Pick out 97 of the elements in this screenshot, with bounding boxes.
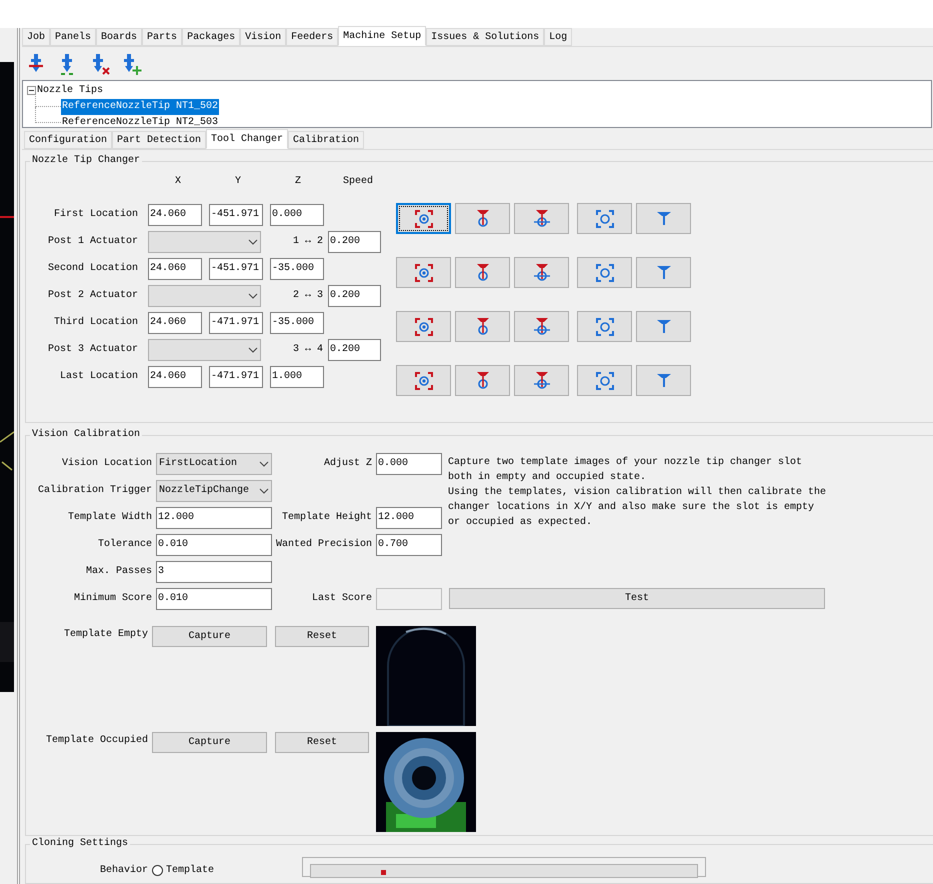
tree-node[interactable]: Nozzle Tips xyxy=(37,82,104,99)
x-field[interactable]: 24.060 xyxy=(148,204,202,226)
field-label: Minimum Score xyxy=(72,592,153,606)
field-label: Template Occupied xyxy=(44,734,149,748)
speed-field[interactable]: 0.200 xyxy=(328,230,381,252)
column-header: Z xyxy=(294,175,302,189)
field-label: Wanted Precision xyxy=(276,538,372,552)
field-label: Post 1 Actuator xyxy=(46,235,139,249)
column-header: Y xyxy=(234,175,242,189)
speed-field[interactable]: 0.200 xyxy=(328,338,381,360)
transition-label: 2 ↔ 3 xyxy=(292,289,324,303)
target-bracket-icon xyxy=(414,262,434,282)
radio-label: Template xyxy=(166,864,214,878)
field-label: Post 2 Actuator xyxy=(46,289,139,303)
chevron-down-icon xyxy=(248,238,258,244)
tab[interactable]: Boards xyxy=(96,28,142,46)
tab[interactable]: Machine Setup xyxy=(338,26,426,46)
tab[interactable]: Issues & Solutions xyxy=(426,28,544,46)
chevron-down-icon xyxy=(248,346,258,352)
field-label: Template Empty xyxy=(62,628,149,642)
input-field[interactable]: 12.000 xyxy=(376,506,442,528)
description-text: Capture two template images of your nozzle tip changer slot both in empty and occupied state. xyxy=(448,456,804,485)
y-field[interactable]: -471.971 xyxy=(209,366,263,388)
target-bracket-icon xyxy=(414,208,434,228)
z-field[interactable]: 0.000 xyxy=(270,204,324,226)
reset-button[interactable]: Reset xyxy=(275,626,369,647)
funnel-crosshair-icon xyxy=(532,208,552,228)
radio-button[interactable] xyxy=(152,864,163,876)
tab[interactable]: Calibration xyxy=(288,131,364,149)
target-bracket-icon xyxy=(594,370,614,390)
tab[interactable]: Parts xyxy=(142,28,182,46)
tab[interactable]: Configuration xyxy=(24,131,112,149)
tab[interactable]: Job xyxy=(22,28,50,46)
reset-button[interactable]: Reset xyxy=(275,732,369,753)
dropdown[interactable]: NozzleTipChange xyxy=(156,480,272,502)
tab[interactable]: Panels xyxy=(50,28,96,46)
tab[interactable]: Log xyxy=(544,28,572,46)
field-label: Template Height xyxy=(282,510,372,525)
column-header: Speed xyxy=(342,174,374,189)
input-field[interactable]: 12.000 xyxy=(156,506,272,528)
speed-field[interactable]: 0.200 xyxy=(328,284,381,306)
funnel-crosshair-icon xyxy=(532,316,552,336)
field-label: Template Width xyxy=(66,510,153,525)
field-label: Second Location xyxy=(46,262,139,276)
capture-button[interactable]: Capture xyxy=(152,626,267,647)
capture-button[interactable]: Capture xyxy=(152,732,267,753)
target-bracket-icon xyxy=(414,370,434,390)
target-bracket-icon xyxy=(594,262,614,282)
transition-label: 3 ↔ 4 xyxy=(292,343,324,357)
description-text: Using the templates, vision calibration will then calibrate the changer locations in X/Y and also make sure the slot is empty or occupied as expected. xyxy=(448,486,828,530)
x-field[interactable]: 24.060 xyxy=(148,312,202,334)
field-label: Third Location xyxy=(52,316,139,330)
input-field[interactable]: 3 xyxy=(156,560,272,582)
chevron-down-icon xyxy=(248,292,258,298)
input-field[interactable]: 0.010 xyxy=(156,588,272,610)
field-label: Vision Location xyxy=(60,456,153,471)
field-label: Last Score xyxy=(312,592,372,606)
input-field[interactable]: 0.010 xyxy=(156,534,272,556)
tab[interactable]: Tool Changer xyxy=(206,129,288,149)
chevron-down-icon xyxy=(259,488,269,494)
field-label: Max. Passes xyxy=(84,565,153,579)
y-field[interactable]: -451.971 xyxy=(209,258,263,280)
chevron-down-icon xyxy=(259,460,269,466)
field-label: Calibration Trigger xyxy=(36,484,153,498)
funnel-crosshair-icon xyxy=(532,370,552,390)
tab[interactable]: Part Detection xyxy=(112,131,206,149)
tab[interactable]: Feeders xyxy=(286,28,338,46)
x-field[interactable]: 24.060 xyxy=(148,258,202,280)
dropdown[interactable]: FirstLocation xyxy=(156,452,272,474)
field-label: Last Location xyxy=(58,370,139,384)
tree-node[interactable]: ReferenceNozzleTip NT2_503 xyxy=(61,114,220,131)
target-bracket-icon xyxy=(594,316,614,336)
target-bracket-icon xyxy=(414,316,434,336)
tool-button[interactable] xyxy=(396,203,451,234)
test-button[interactable]: Test xyxy=(449,588,825,609)
field-label: Tolerance xyxy=(96,538,153,552)
marker-icon xyxy=(381,870,386,874)
field-label: Adjust Z xyxy=(324,456,372,471)
transition-label: 1 ↔ 2 xyxy=(292,235,324,249)
z-field[interactable]: 1.000 xyxy=(270,366,324,388)
target-bracket-icon xyxy=(594,208,614,228)
tab[interactable]: Packages xyxy=(182,28,240,46)
column-header: X xyxy=(174,175,182,189)
x-field[interactable]: 24.060 xyxy=(148,366,202,388)
field-label: Post 3 Actuator xyxy=(46,343,139,357)
tab[interactable]: Vision xyxy=(240,28,286,46)
input-field[interactable]: 0.000 xyxy=(376,452,442,474)
field-label: First Location xyxy=(52,208,139,222)
collapse-icon[interactable] xyxy=(27,86,36,96)
y-field[interactable]: -471.971 xyxy=(209,312,263,334)
funnel-crosshair-icon xyxy=(532,262,552,282)
z-field[interactable]: -35.000 xyxy=(270,312,324,334)
field-label: Behavior xyxy=(98,864,149,878)
input-field[interactable]: 0.700 xyxy=(376,534,442,556)
tree-node[interactable]: ReferenceNozzleTip NT1_502 xyxy=(61,98,220,115)
y-field[interactable]: -451.971 xyxy=(209,204,263,226)
z-field[interactable]: -35.000 xyxy=(270,258,324,280)
